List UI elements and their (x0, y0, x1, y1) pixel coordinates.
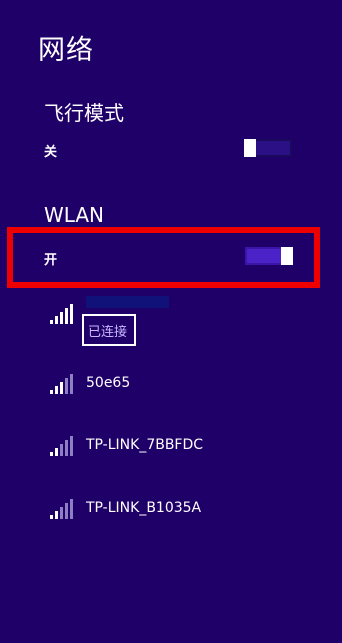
wifi-signal-icon (50, 499, 73, 519)
airplane-mode-title: 飞行模式 (44, 101, 124, 125)
wifi-signal-icon (50, 374, 73, 394)
wifi-signal-icon (50, 304, 73, 324)
network-item-50e65[interactable]: 50e65 (48, 370, 318, 404)
network-name: TP-LINK_7BBFDC (86, 437, 204, 453)
network-item-tp-link-7bbfdc[interactable]: TP-LINK_7BBFDC (48, 432, 318, 466)
network-name: TP-LINK_B1035A (86, 500, 202, 516)
toggle-thumb[interactable] (244, 139, 256, 157)
airplane-mode-state-label: 关 (44, 145, 58, 160)
connection-status-box: 已连接 (82, 314, 136, 346)
airplane-mode-toggle[interactable] (244, 139, 292, 157)
wifi-signal-icon (50, 436, 73, 456)
connection-status-label: 已连接 (88, 325, 128, 340)
network-name: 50e65 (86, 375, 131, 391)
network-item-tp-link-b1035a[interactable]: TP-LINK_B1035A (48, 495, 318, 529)
panel-title: 网络 (38, 35, 94, 66)
wlan-highlight-box (7, 227, 320, 288)
network-name (86, 296, 169, 308)
wlan-title: WLAN (44, 203, 105, 227)
